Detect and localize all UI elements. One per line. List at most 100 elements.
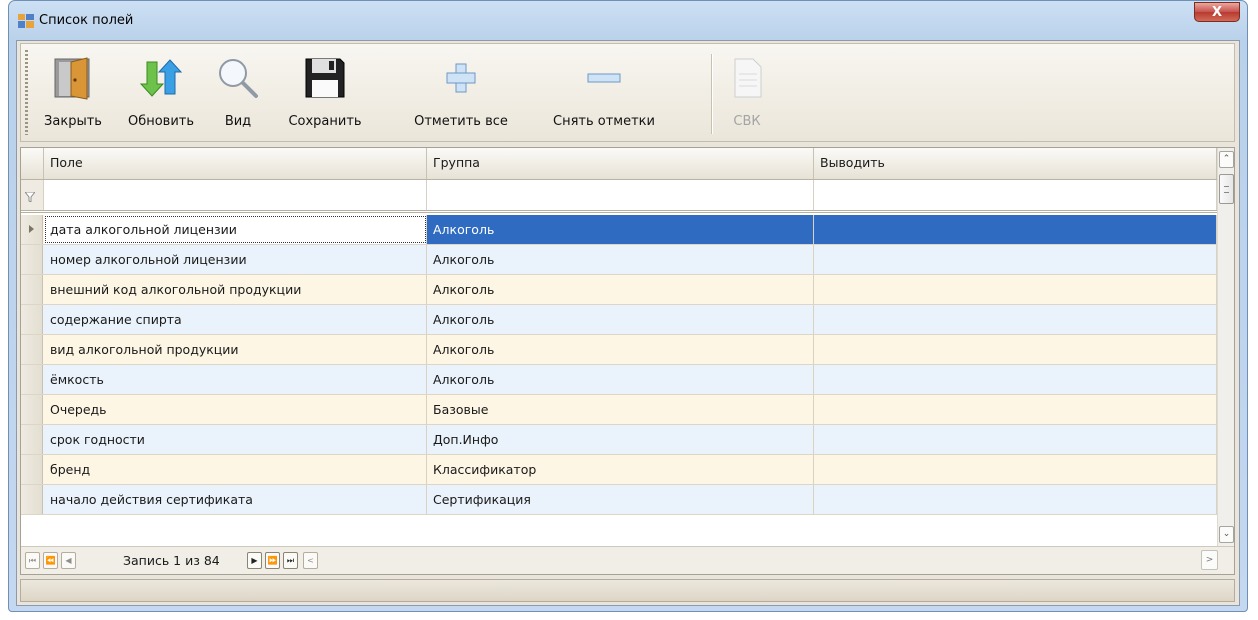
cbk-button[interactable]: СВК [721,48,773,138]
row-indicator[interactable] [21,335,43,364]
cell-group[interactable]: Доп.Инфо [427,425,814,454]
row-indicator[interactable] [21,305,43,334]
header-corner [21,148,44,179]
table-row[interactable]: номер алкогольной лицензии Алкоголь [21,245,1217,275]
row-indicator[interactable] [21,395,43,424]
scroll-left-button[interactable]: < [303,552,318,569]
row-indicator[interactable] [21,245,43,274]
cell-field[interactable]: содержание спирта [44,305,427,334]
cell-output[interactable] [814,215,1217,244]
close-button[interactable]: Закрыть [33,48,113,138]
table-row[interactable]: дата алкогольной лицензии Алкоголь [21,215,1217,245]
table-row[interactable]: содержание спирта Алкоголь [21,305,1217,335]
cell-output[interactable] [814,365,1217,394]
cell-output[interactable] [814,335,1217,364]
uncheck-button[interactable]: Снять отметки [535,48,673,138]
cell-output[interactable] [814,275,1217,304]
record-counter: Запись 1 из 84 [123,553,220,568]
cell-output[interactable] [814,455,1217,484]
scroll-down-button[interactable]: ⌄ [1219,526,1234,543]
main-window: Список полей X Закрыть Обновить Вид Сохр… [8,0,1248,612]
column-header-output[interactable]: Выводить [814,148,1217,179]
cell-group[interactable]: Алкоголь [427,365,814,394]
column-header-field[interactable]: Поле [44,148,427,179]
cell-output[interactable] [814,245,1217,274]
cell-field[interactable]: начало действия сертификата [44,485,427,514]
table-row[interactable]: ёмкость Алкоголь [21,365,1217,395]
cell-group[interactable]: Алкоголь [427,245,814,274]
cell-group[interactable]: Алкоголь [427,335,814,364]
table-row[interactable]: бренд Классификатор [21,455,1217,485]
save-button[interactable]: Сохранить [273,48,377,138]
cell-group[interactable]: Алкоголь [427,275,814,304]
cell-group[interactable]: Алкоголь [427,215,814,244]
refresh-button-label: Обновить [127,114,195,129]
table-row[interactable]: внешний код алкогольной продукции Алкогол… [21,275,1217,305]
cell-output[interactable] [814,305,1217,334]
app-icon [18,14,34,28]
view-button-label: Вид [224,114,252,129]
floppy-disk-icon [305,58,345,98]
cell-group[interactable]: Классификатор [427,455,814,484]
magnifier-icon [219,59,258,98]
status-bar [20,579,1235,602]
plus-icon [446,63,476,93]
cell-field[interactable]: Очередь [44,395,427,424]
current-row-arrow-icon [29,225,34,233]
filter-field-cell[interactable] [44,180,427,210]
window-close-button[interactable]: X [1194,2,1240,22]
cell-output[interactable] [814,425,1217,454]
fields-grid[interactable]: Поле Группа Выводить дата алкогольной ли… [20,147,1235,575]
cell-field[interactable]: вид алкогольной продукции [44,335,427,364]
title-bar[interactable]: Список полей X [9,1,1247,41]
table-row[interactable]: вид алкогольной продукции Алкоголь [21,335,1217,365]
filter-indicator [21,180,44,210]
row-indicator[interactable] [21,425,43,454]
window-title: Список полей [39,13,134,28]
toolbar-grip[interactable] [25,50,28,135]
table-row[interactable]: начало действия сертификата Сертификация [21,485,1217,515]
cell-field[interactable]: внешний код алкогольной продукции [44,275,427,304]
row-indicator[interactable] [21,485,43,514]
cell-group[interactable]: Сертификация [427,485,814,514]
refresh-button[interactable]: Обновить [121,48,201,138]
refresh-arrows-icon [139,59,183,97]
cell-field[interactable]: бренд [44,455,427,484]
scroll-thumb[interactable] [1219,174,1234,204]
cell-field[interactable]: срок годности [44,425,427,454]
cell-group[interactable]: Алкоголь [427,305,814,334]
table-row[interactable]: Очередь Базовые [21,395,1217,425]
next-record-button[interactable]: ▶ [247,552,262,569]
scroll-right-button[interactable]: > [1201,550,1218,570]
filter-output-cell[interactable] [814,180,1217,210]
uncheck-button-label: Снять отметки [553,114,655,129]
record-navigator: ⏮ ⏪ ◀ Запись 1 из 84 ▶ ⏩ ⏭ < > [21,546,1234,574]
cell-output[interactable] [814,395,1217,424]
cell-output[interactable] [814,485,1217,514]
scroll-up-button[interactable]: ⌃ [1219,151,1234,168]
first-record-button[interactable]: ⏮ [25,552,40,569]
view-button[interactable]: Вид [207,48,269,138]
row-indicator[interactable] [21,365,43,394]
table-row[interactable]: срок годности Доп.Инфо [21,425,1217,455]
row-indicator[interactable] [21,215,43,244]
filter-row [21,180,1217,213]
next-page-button[interactable]: ⏩ [265,552,280,569]
check-all-button-label: Отметить все [414,114,508,129]
check-all-button[interactable]: Отметить все [393,48,529,138]
vertical-scrollbar[interactable]: ⌃ ⌄ [1217,148,1234,546]
cell-group[interactable]: Базовые [427,395,814,424]
cbk-button-label: СВК [733,114,761,129]
filter-group-cell[interactable] [427,180,814,210]
previous-record-button[interactable]: ◀ [61,552,76,569]
row-indicator[interactable] [21,455,43,484]
cell-field[interactable]: номер алкогольной лицензии [44,245,427,274]
row-indicator[interactable] [21,275,43,304]
previous-page-button[interactable]: ⏪ [43,552,58,569]
toolbar: Закрыть Обновить Вид Сохранить Отметить … [20,43,1235,142]
cell-field[interactable]: дата алкогольной лицензии [44,215,427,244]
cell-field[interactable]: ёмкость [44,365,427,394]
column-header-group[interactable]: Группа [427,148,814,179]
last-record-button[interactable]: ⏭ [283,552,298,569]
document-icon [734,58,762,98]
